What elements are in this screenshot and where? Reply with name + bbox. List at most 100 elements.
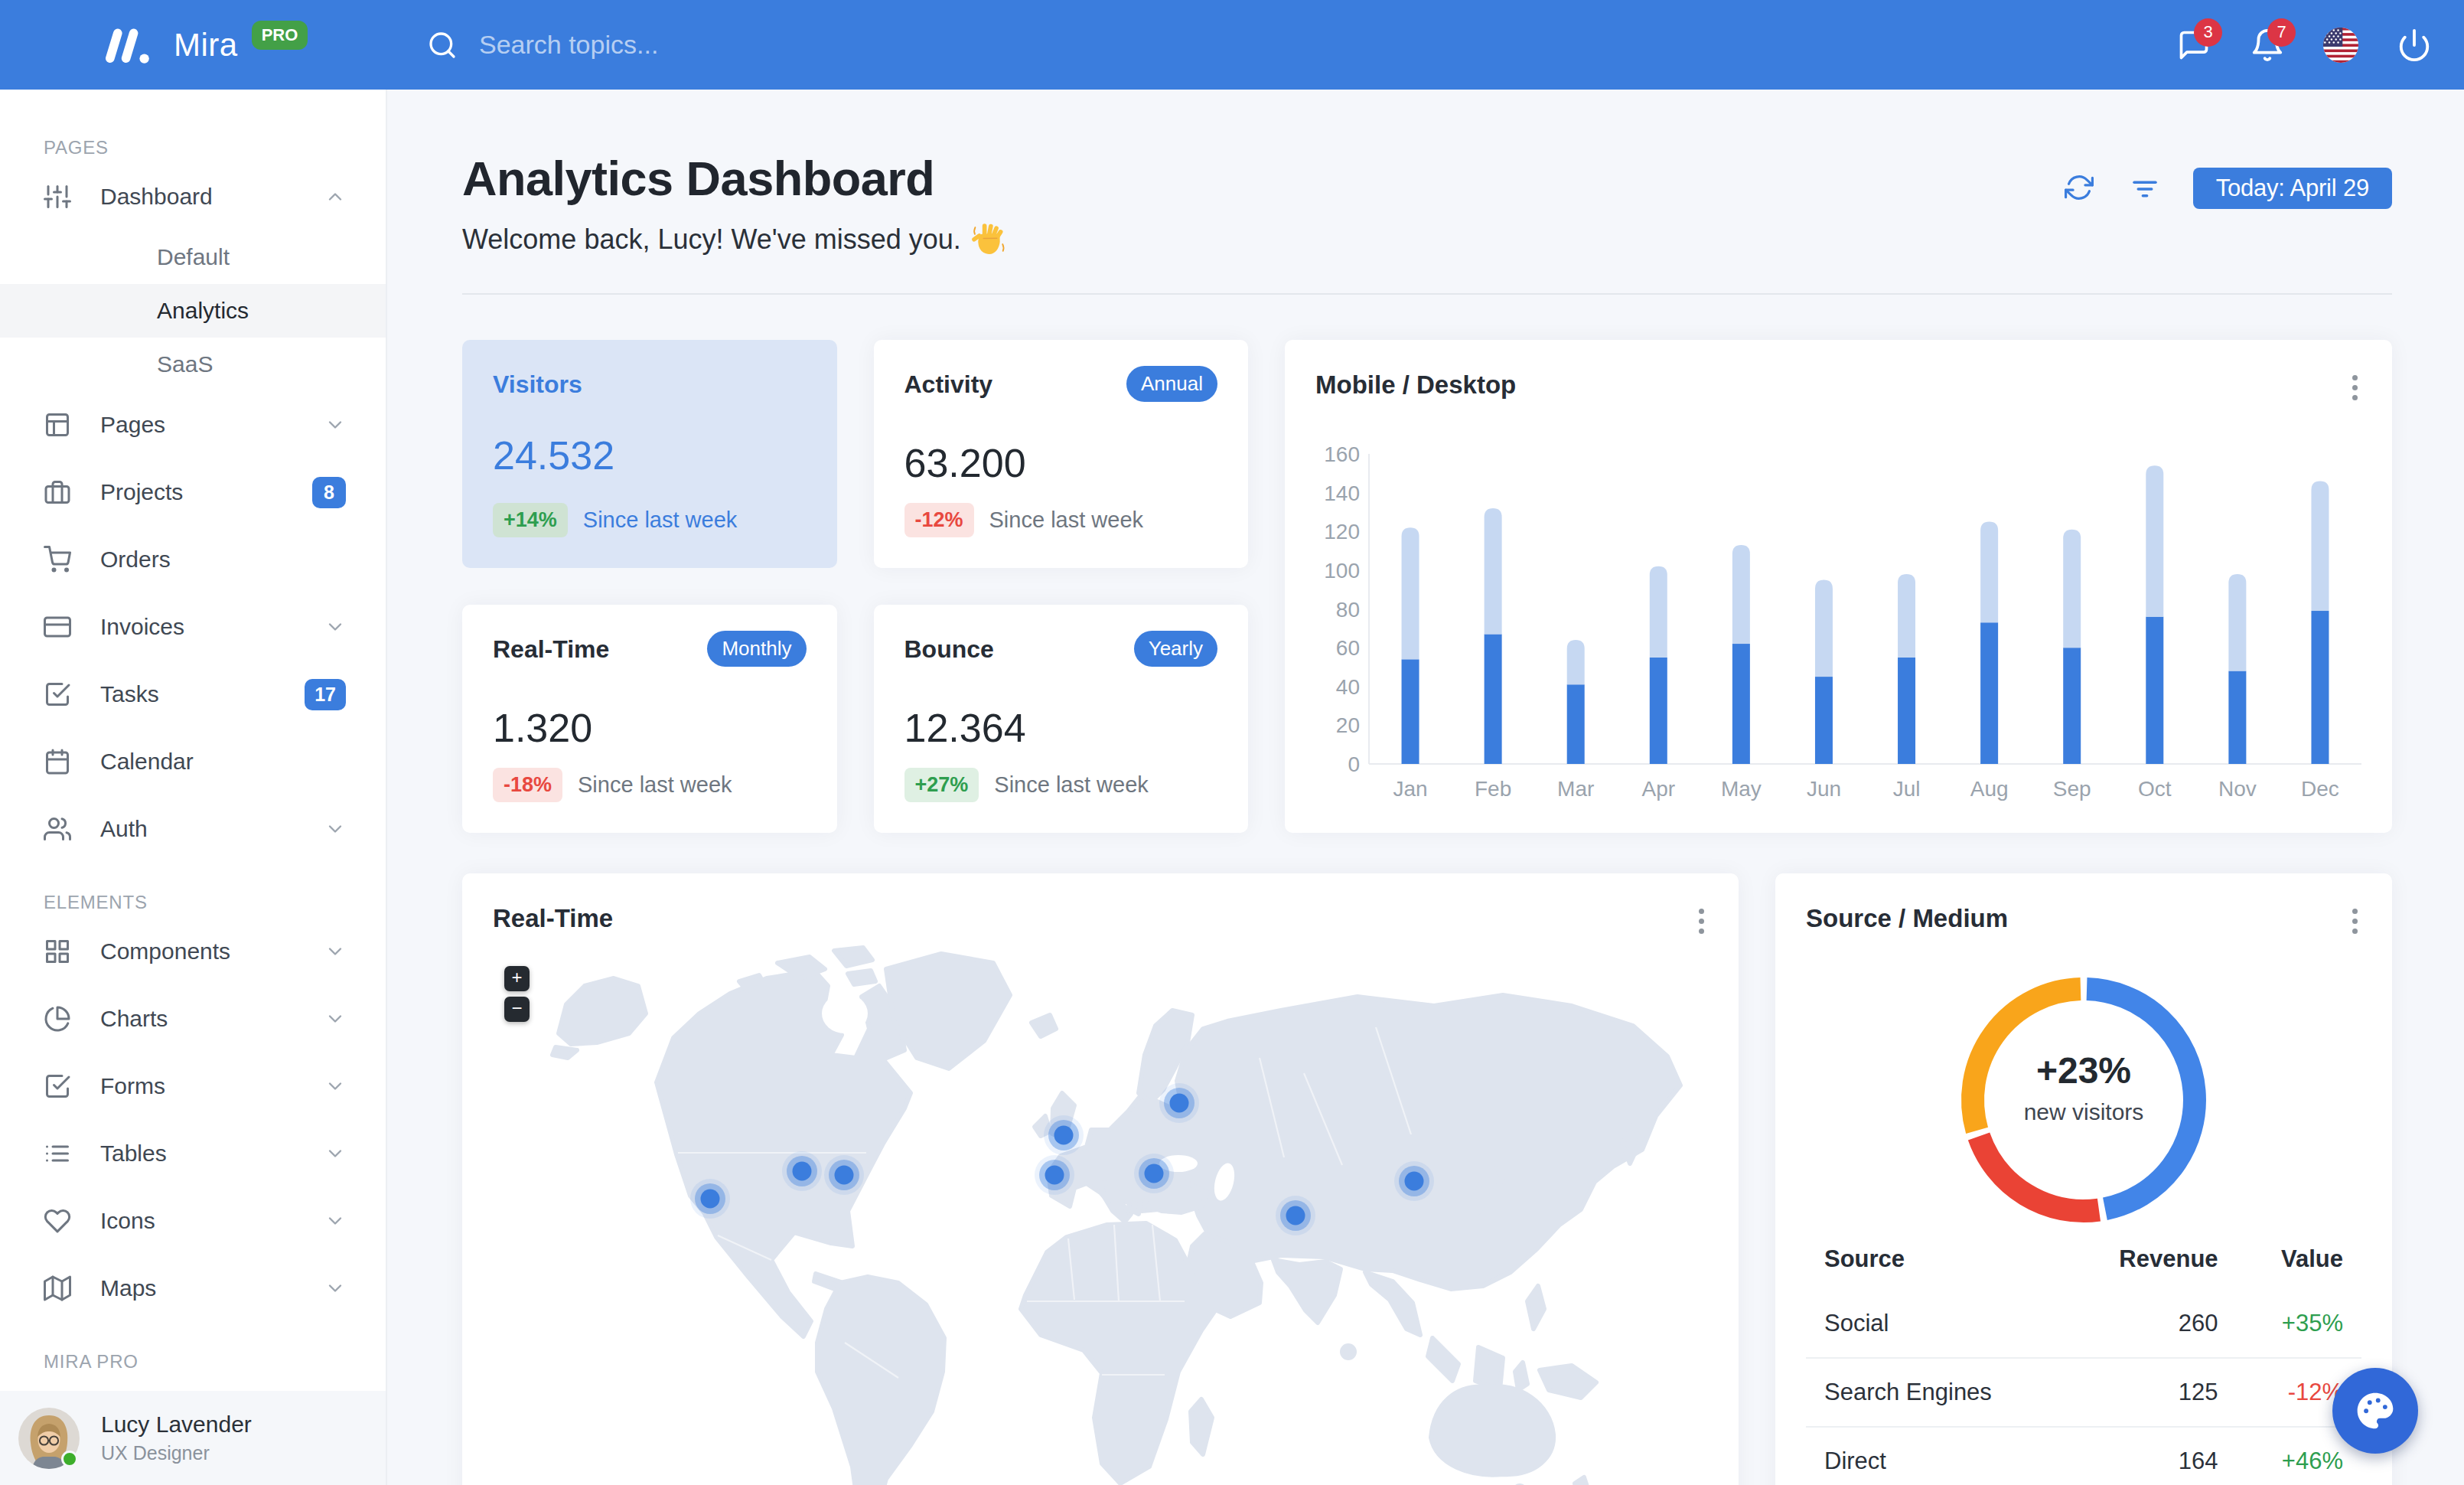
stat-card-bounce: BounceYearly12.364+27%Since last week (874, 605, 1249, 833)
sidebar-section-label: MIRA PRO (0, 1346, 386, 1377)
sidebar-item-tasks[interactable]: Tasks17 (0, 661, 386, 728)
navbar-search (427, 30, 2176, 60)
svg-text:Jul: Jul (1893, 777, 1921, 801)
sidebar-item-components[interactable]: Components (0, 918, 386, 985)
messages-button[interactable]: 3 (2176, 28, 2211, 63)
check-square-icon (44, 1072, 71, 1100)
stat-period-tag[interactable]: Monthly (707, 631, 806, 667)
refresh-icon[interactable] (2065, 173, 2095, 204)
sidebar-subitem-analytics[interactable]: Analytics (0, 284, 386, 338)
sidebar-item-auth[interactable]: Auth (0, 795, 386, 863)
sidebar-item-dashboard[interactable]: Dashboard (0, 163, 386, 230)
map-marker[interactable] (690, 1179, 730, 1219)
more-vertical-icon[interactable] (2351, 375, 2358, 405)
stat-card-visitors: Visitors24.532+14%Since last week (462, 340, 837, 568)
notifications-button[interactable]: 7 (2250, 28, 2285, 63)
mira-logo-icon (100, 27, 154, 64)
sidebar-item-calendar[interactable]: Calendar (0, 728, 386, 795)
sidebar-item-maps[interactable]: Maps (0, 1255, 386, 1322)
map-marker[interactable] (1044, 1115, 1084, 1155)
page-header: Analytics Dashboard Welcome back, Lucy! … (462, 151, 2392, 256)
sidebar-item-orders[interactable]: Orders (0, 526, 386, 593)
map-marker[interactable] (824, 1155, 864, 1195)
map-marker[interactable] (1134, 1154, 1174, 1193)
stat-title: Bounce (904, 635, 994, 664)
map-marker[interactable] (1394, 1161, 1434, 1201)
table-row[interactable]: Direct164+46% (1806, 1427, 2361, 1485)
table-row[interactable]: Social260+35% (1806, 1290, 2361, 1358)
sidebar-item-charts[interactable]: Charts (0, 985, 386, 1053)
pie-chart-icon (44, 1005, 71, 1033)
sidebar-item-label: Dashboard (100, 184, 324, 210)
page-titles: Analytics Dashboard Welcome back, Lucy! … (462, 151, 2065, 256)
sidebar: PAGESDashboardDefaultAnalyticsSaaSPagesP… (0, 90, 387, 1485)
filter-icon[interactable] (2129, 173, 2159, 204)
stat-note: Since last week (578, 772, 732, 798)
sidebar-item-icons[interactable]: Icons (0, 1187, 386, 1255)
logout-button[interactable] (2397, 28, 2432, 63)
brand[interactable]: Mira PRO (0, 27, 387, 64)
svg-text:Apr: Apr (1642, 777, 1676, 801)
date-button[interactable]: Today: April 29 (2193, 168, 2392, 209)
stat-note: Since last week (989, 508, 1144, 533)
heart-icon (44, 1207, 71, 1235)
map-marker[interactable] (1159, 1083, 1199, 1123)
sidebar-subitem-label: Analytics (157, 298, 249, 324)
svg-text:100: 100 (1324, 559, 1360, 583)
bottom-row: Real-Time + − (462, 873, 2392, 1485)
world-map[interactable] (485, 943, 1716, 1485)
source-medium-card: Source / Medium +23% new visitors Source… (1775, 873, 2392, 1485)
sidebar-item-pages[interactable]: Pages (0, 391, 386, 459)
brand-name: Mira (174, 27, 238, 64)
chevron-down-icon (324, 1278, 346, 1299)
source-table: SourceRevenueValue Social260+35%Search E… (1806, 1236, 2361, 1485)
more-vertical-icon[interactable] (2351, 909, 2358, 938)
chevron-down-icon (324, 941, 346, 962)
table-cell-revenue: 260 (2065, 1290, 2237, 1358)
sidebar-user[interactable]: Lucy Lavender UX Designer (0, 1391, 386, 1485)
header-divider (462, 293, 2392, 295)
sidebar-subitem-saas[interactable]: SaaS (0, 338, 386, 391)
sidebar-item-invoices[interactable]: Invoices (0, 593, 386, 661)
stat-card-real-time: Real-TimeMonthly1.320-18%Since last week (462, 605, 837, 833)
stat-note: Since last week (994, 772, 1149, 798)
sidebar-item-label: Invoices (100, 614, 324, 640)
map-marker[interactable] (1276, 1196, 1315, 1235)
donut-card-title: Source / Medium (1806, 904, 2361, 933)
map-marker[interactable] (782, 1151, 822, 1191)
sidebar-item-label: Calendar (100, 749, 346, 775)
sidebar-item-label: Projects (100, 479, 312, 505)
realtime-map-card: Real-Time + − (462, 873, 1739, 1485)
table-cell-revenue: 125 (2065, 1358, 2237, 1427)
table-row[interactable]: Search Engines125-12% (1806, 1358, 2361, 1427)
sidebar-item-projects[interactable]: Projects8 (0, 459, 386, 526)
stat-period-tag[interactable]: Yearly (1134, 631, 1217, 667)
stat-delta-badge: -18% (493, 768, 562, 802)
sidebar-item-label: Auth (100, 816, 324, 842)
map-zoom-out-button[interactable]: − (504, 997, 530, 1022)
top-navbar: Mira PRO 3 7 (0, 0, 2464, 90)
sidebar-item-label: Icons (100, 1208, 324, 1234)
svg-text:140: 140 (1324, 481, 1360, 505)
search-input[interactable] (479, 30, 938, 60)
stat-value: 63.200 (904, 440, 1218, 486)
stat-period-tag[interactable]: Annual (1126, 366, 1217, 402)
sidebar-item-tables[interactable]: Tables (0, 1120, 386, 1187)
messages-badge: 3 (2194, 18, 2222, 47)
donut-wrap: +23% new visitors (1806, 938, 2361, 1236)
language-button[interactable] (2323, 28, 2358, 63)
sidebar-subitem-default[interactable]: Default (0, 230, 386, 284)
sidebar-item-label: Tables (100, 1141, 324, 1167)
svg-text:Mar: Mar (1557, 777, 1594, 801)
grid-icon (44, 938, 71, 965)
map-zoom-in-button[interactable]: + (504, 966, 530, 991)
sidebar-section-label: PAGES (0, 132, 386, 163)
page-title: Analytics Dashboard (462, 151, 2065, 206)
main-content: Analytics Dashboard Welcome back, Lucy! … (387, 90, 2464, 1485)
sidebar-item-forms[interactable]: Forms (0, 1053, 386, 1120)
map-marker[interactable] (1035, 1155, 1074, 1195)
sidebar-subitem-label: SaaS (157, 351, 213, 377)
theme-settings-fab[interactable] (2332, 1368, 2418, 1454)
svg-text:80: 80 (1336, 598, 1360, 622)
more-vertical-icon[interactable] (1697, 909, 1705, 938)
